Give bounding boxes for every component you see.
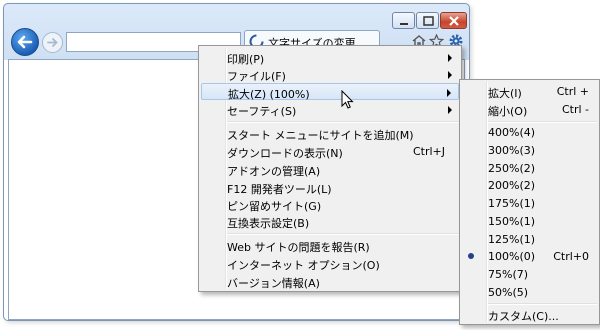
menu-item-label: 400%(4)	[488, 126, 536, 139]
menu-item-label: 100%(0)	[488, 250, 536, 263]
menu-item-label: F12 開発者ツール(L)	[227, 183, 332, 196]
menu-separator	[488, 121, 597, 123]
menu-item-label: 150%(1)	[488, 215, 536, 228]
submenu-arrow-icon	[448, 54, 452, 62]
maximize-icon	[423, 16, 434, 26]
menu-item-safety[interactable]: セーフティ(S)	[201, 101, 459, 118]
back-arrow-icon	[17, 35, 33, 49]
menu-item-label: カスタム(C)...	[488, 310, 559, 323]
menu-item-label: 拡大(I)	[488, 87, 522, 100]
menu-item-report-problem[interactable]: Web サイトの問題を報告(R)	[201, 237, 459, 254]
menu-item-label: Web サイトの問題を報告(R)	[227, 241, 370, 254]
menu-item-label: ダウンロードの表示(N)	[227, 147, 343, 160]
menu-item-file[interactable]: ファイル(F)	[201, 66, 459, 83]
menu-separator	[227, 121, 459, 123]
menu-item-add-to-start[interactable]: スタート メニューにサイトを追加(M)	[201, 125, 459, 142]
tools-menu: 印刷(P) ファイル(F) 拡大(Z) (100%) セーフティ(S) スタート…	[198, 45, 462, 292]
menu-item-addons[interactable]: アドオンの管理(A)	[201, 161, 459, 178]
zoom-100-item[interactable]: 100%(0) Ctrl+0	[462, 248, 597, 265]
close-button[interactable]	[440, 12, 467, 29]
menu-item-pinned-sites[interactable]: ピン留めサイト(G)	[201, 196, 459, 213]
menu-item-label: 縮小(O)	[488, 105, 528, 118]
menu-item-label: 300%(3)	[488, 144, 536, 157]
submenu-arrow-icon	[448, 106, 452, 114]
menu-item-label: 75%(7)	[488, 268, 529, 281]
menu-item-label: スタート メニューにサイトを追加(M)	[227, 129, 414, 142]
zoom-175-item[interactable]: 175%(1)	[462, 195, 597, 212]
menu-item-label: 拡大(Z) (100%)	[228, 88, 310, 101]
menu-item-about[interactable]: バージョン情報(A)	[201, 273, 459, 290]
menu-item-compat-view[interactable]: 互換表示設定(B)	[201, 213, 459, 230]
zoom-submenu: 拡大(I) Ctrl + 縮小(O) Ctrl - 400%(4) 300%(3…	[459, 79, 600, 325]
zoom-out-item[interactable]: 縮小(O) Ctrl -	[462, 101, 597, 118]
menu-item-label: 200%(2)	[488, 179, 536, 192]
menu-item-shortcut: Ctrl+0	[553, 250, 589, 263]
zoom-custom-item[interactable]: カスタム(C)...	[462, 306, 597, 323]
menu-item-shortcut: Ctrl +	[556, 85, 589, 98]
forward-button[interactable]	[42, 32, 63, 53]
zoom-300-item[interactable]: 300%(3)	[462, 142, 597, 159]
menu-item-label: 125%(1)	[488, 233, 536, 246]
back-button[interactable]	[11, 28, 39, 56]
zoom-250-item[interactable]: 250%(2)	[462, 160, 597, 177]
menu-item-label: 印刷(P)	[227, 53, 265, 66]
menu-item-label: バージョン情報(A)	[227, 277, 320, 290]
menu-item-print[interactable]: 印刷(P)	[201, 49, 459, 66]
submenu-arrow-icon	[448, 71, 452, 79]
mouse-cursor-icon	[341, 90, 354, 109]
minimize-icon	[400, 23, 408, 25]
menu-item-shortcut: Ctrl+J	[412, 145, 445, 158]
menu-item-label: インターネット オプション(O)	[227, 259, 380, 272]
maximize-button[interactable]	[416, 12, 439, 29]
zoom-150-item[interactable]: 150%(1)	[462, 213, 597, 230]
zoom-in-item[interactable]: 拡大(I) Ctrl +	[462, 83, 597, 100]
menu-item-label: 50%(5)	[488, 286, 529, 299]
close-icon	[449, 16, 459, 26]
menu-item-label: ファイル(F)	[227, 70, 286, 83]
menu-item-devtools[interactable]: F12 開発者ツール(L)	[201, 179, 459, 196]
zoom-50-item[interactable]: 50%(5)	[462, 284, 597, 301]
submenu-arrow-icon	[447, 89, 451, 97]
minimize-button[interactable]	[392, 12, 415, 29]
menu-item-label: 175%(1)	[488, 197, 536, 210]
zoom-200-item[interactable]: 200%(2)	[462, 177, 597, 194]
menu-separator	[488, 303, 597, 305]
menu-separator	[227, 233, 459, 235]
selected-radio-icon	[468, 253, 474, 259]
menu-item-label: 250%(2)	[488, 162, 536, 175]
menu-item-internet-options[interactable]: インターネット オプション(O)	[201, 255, 459, 272]
menu-item-label: ピン留めサイト(G)	[227, 200, 322, 213]
zoom-400-item[interactable]: 400%(4)	[462, 124, 597, 141]
menu-item-label: 互換表示設定(B)	[227, 217, 310, 230]
menu-item-label: セーフティ(S)	[227, 105, 297, 118]
menu-item-downloads[interactable]: ダウンロードの表示(N) Ctrl+J	[201, 143, 459, 160]
forward-arrow-icon	[47, 38, 58, 47]
zoom-75-item[interactable]: 75%(7)	[462, 266, 597, 283]
zoom-125-item[interactable]: 125%(1)	[462, 231, 597, 248]
menu-item-zoom[interactable]: 拡大(Z) (100%)	[201, 83, 459, 101]
menu-item-shortcut: Ctrl -	[561, 103, 589, 116]
menu-item-label: アドオンの管理(A)	[227, 165, 321, 178]
